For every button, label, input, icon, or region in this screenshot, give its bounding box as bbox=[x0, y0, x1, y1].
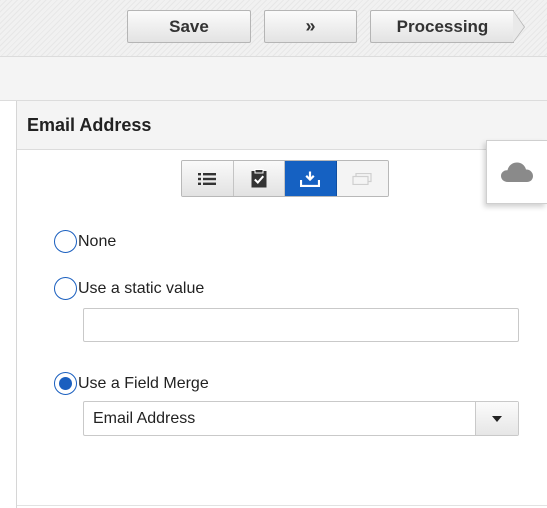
panel-bottom-border bbox=[17, 505, 547, 506]
radio-selected-dot bbox=[59, 377, 72, 390]
option-field-merge-label: Use a Field Merge bbox=[78, 374, 209, 392]
sub-toolbar bbox=[0, 57, 547, 101]
top-toolbar: Save » Processing bbox=[0, 0, 547, 57]
list-icon bbox=[198, 172, 217, 185]
dropdown-button[interactable] bbox=[475, 402, 518, 435]
save-button[interactable]: Save bbox=[127, 10, 251, 43]
option-static-value-label: Use a static value bbox=[78, 279, 205, 297]
copy-button bbox=[336, 161, 388, 196]
panel-divider bbox=[16, 101, 17, 508]
chevron-down-icon bbox=[492, 415, 502, 422]
radio-none[interactable] bbox=[54, 230, 77, 253]
next-step-button[interactable]: » bbox=[264, 10, 357, 43]
option-static-value[interactable]: Use a static value bbox=[54, 277, 204, 300]
option-none-label: None bbox=[78, 232, 117, 250]
copy-icon bbox=[352, 172, 372, 185]
panel-title-text: Email Address bbox=[27, 114, 152, 135]
option-none[interactable]: None bbox=[54, 230, 116, 253]
processing-arrow-fill bbox=[513, 11, 524, 42]
processing-button[interactable]: Processing bbox=[370, 10, 514, 43]
field-merge-mode-button[interactable] bbox=[285, 161, 337, 196]
clipboard-check-icon bbox=[251, 169, 267, 188]
clipboard-button[interactable] bbox=[233, 161, 285, 196]
radio-static-value[interactable] bbox=[54, 277, 77, 300]
list-view-button[interactable] bbox=[182, 161, 234, 196]
page: Save » Processing Email Address None Use… bbox=[0, 0, 547, 508]
cloud-tab[interactable] bbox=[486, 140, 547, 204]
static-value-input[interactable] bbox=[83, 308, 519, 342]
mode-segmented-control bbox=[181, 160, 389, 197]
radio-field-merge[interactable] bbox=[54, 372, 77, 395]
panel-title: Email Address bbox=[17, 101, 547, 150]
field-merge-select[interactable]: Email Address bbox=[83, 401, 519, 436]
field-merge-selected-value: Email Address bbox=[93, 409, 196, 427]
option-field-merge[interactable]: Use a Field Merge bbox=[54, 372, 209, 395]
cloud-icon bbox=[501, 162, 533, 182]
download-tray-icon bbox=[300, 171, 321, 187]
